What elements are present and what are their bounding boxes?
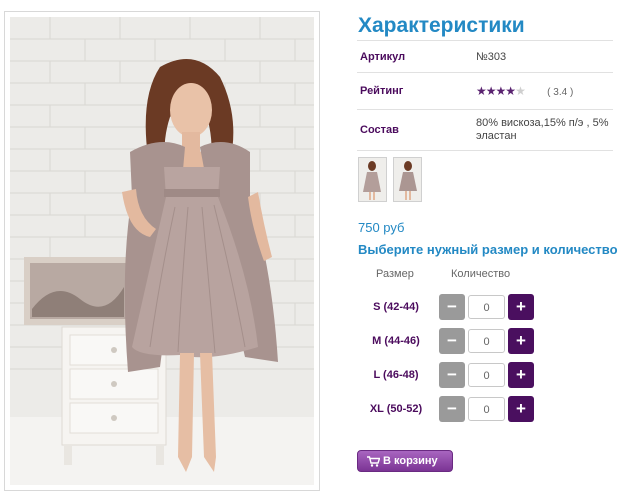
spec-row-article: Артикул №303 xyxy=(357,40,613,73)
star-icon[interactable]: ★ xyxy=(496,84,507,98)
star-half-icon[interactable]: ★ xyxy=(505,84,516,98)
spec-value: №303 xyxy=(475,40,613,73)
spec-key: Рейтинг xyxy=(357,72,475,110)
increase-quantity-button[interactable]: + xyxy=(508,396,534,422)
add-to-cart-button[interactable]: В корзину xyxy=(357,450,453,472)
specs-table: Артикул №303 Рейтинг ★★★★★ ( 3.4 ) Соста… xyxy=(357,40,613,151)
decrease-quantity-button[interactable]: − xyxy=(439,294,465,320)
size-prompt: Выберите нужный размер и количество xyxy=(358,242,618,257)
product-photo[interactable] xyxy=(10,17,314,485)
product-photo-frame xyxy=(4,11,320,491)
increase-quantity-button[interactable]: + xyxy=(508,328,534,354)
increase-quantity-button[interactable]: + xyxy=(508,362,534,388)
cart-icon xyxy=(367,456,381,470)
product-thumbnail[interactable] xyxy=(393,157,422,202)
specs-title: Характеристики xyxy=(358,14,525,37)
size-column-header: Размер xyxy=(376,268,414,280)
quantity-input[interactable]: 0 xyxy=(468,329,505,353)
increase-quantity-button[interactable]: + xyxy=(508,294,534,320)
price: 750 руб xyxy=(358,220,405,235)
quantity-input[interactable]: 0 xyxy=(468,295,505,319)
spec-value-line: эластан xyxy=(476,130,517,142)
spec-value: 80% вискоза,15% п/э , 5% эластан xyxy=(475,109,613,151)
size-label: S (42-44) xyxy=(373,301,419,313)
spec-row-composition: Состав 80% вискоза,15% п/э , 5% эластан xyxy=(357,109,613,151)
decrease-quantity-button[interactable]: − xyxy=(439,328,465,354)
size-label: L (46-48) xyxy=(373,369,419,381)
size-label: M (44-46) xyxy=(372,335,420,347)
quantity-column-header: Количество xyxy=(451,268,511,280)
add-to-cart-label: В корзину xyxy=(383,455,438,467)
rating-stars[interactable]: ★★★★★ xyxy=(476,84,527,98)
decrease-quantity-button[interactable]: − xyxy=(439,396,465,422)
spec-value-line: 80% вискоза,15% п/э , 5% xyxy=(476,117,609,129)
spec-key: Артикул xyxy=(357,40,475,73)
quantity-input[interactable]: 0 xyxy=(468,363,505,387)
star-icon[interactable]: ★ xyxy=(486,84,497,98)
decrease-quantity-button[interactable]: − xyxy=(439,362,465,388)
spec-row-rating: Рейтинг ★★★★★ ( 3.4 ) xyxy=(357,72,613,110)
spec-value: ★★★★★ ( 3.4 ) xyxy=(475,72,613,110)
size-label: XL (50-52) xyxy=(369,403,423,415)
spec-key: Состав xyxy=(357,109,475,151)
rating-value: ( 3.4 ) xyxy=(547,87,574,98)
star-empty-icon[interactable]: ★ xyxy=(515,84,526,98)
star-icon[interactable]: ★ xyxy=(476,84,487,98)
quantity-input[interactable]: 0 xyxy=(468,397,505,421)
product-thumbnail[interactable] xyxy=(358,157,387,202)
